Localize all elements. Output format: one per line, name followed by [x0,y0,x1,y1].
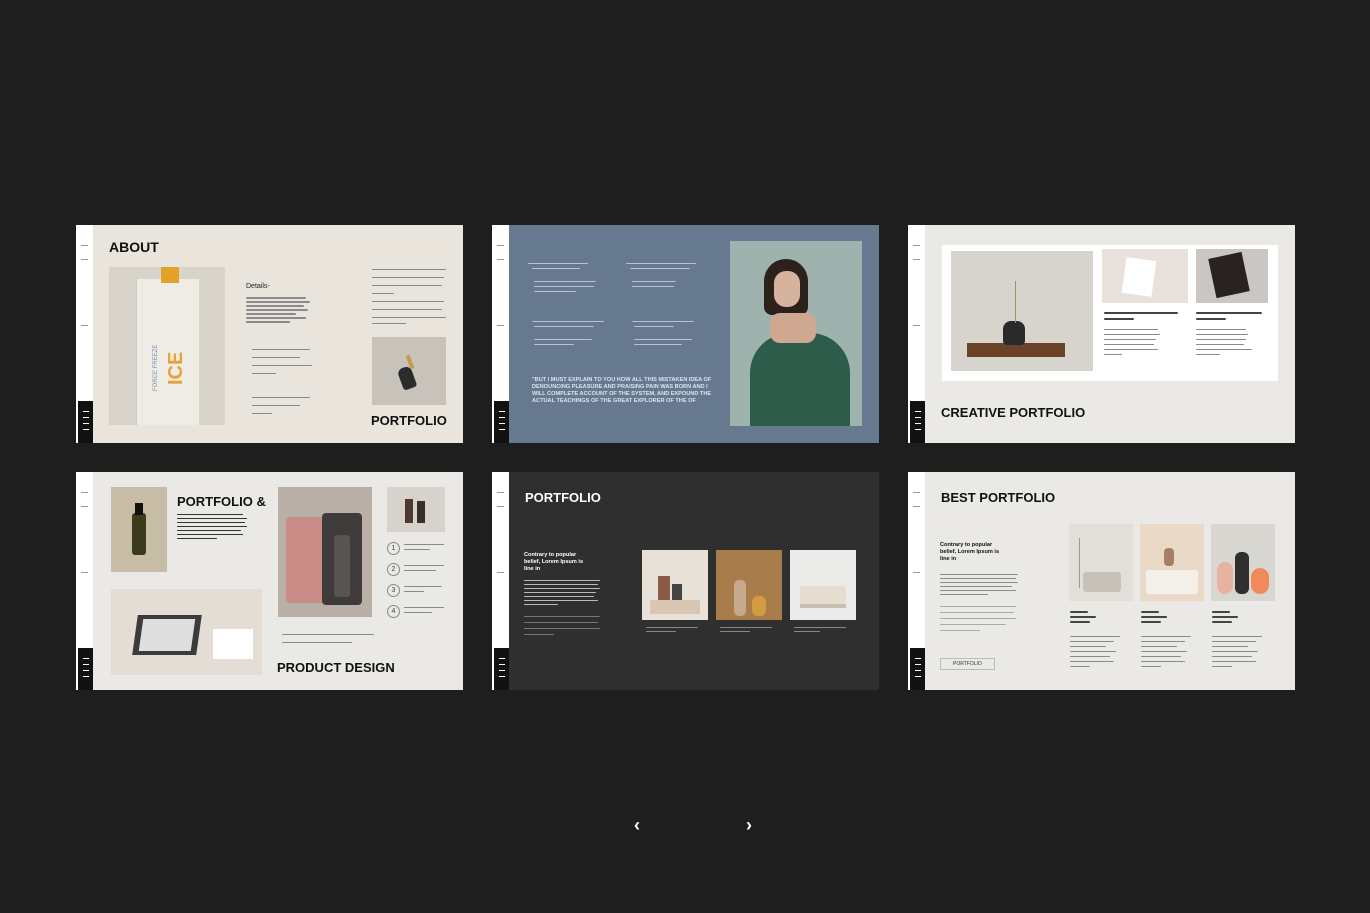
slide-side-strip [492,225,509,443]
small-bottles-photo [387,487,445,532]
brand-logo [78,401,93,443]
slide-title: CREATIVE PORTFOLIO [941,405,1086,420]
slide-side-strip [908,472,925,690]
lead-text: Contrary to popular belief, Lorem Ipsum … [524,552,584,572]
step-number: 4 [387,605,400,618]
slide-product-design[interactable]: PORTFOLIO & 1 2 3 4 PRODUCT DESIGN [76,472,463,690]
lamp-sofa-photo [1069,524,1133,601]
slide-title: PORTFOLIO & [177,494,266,509]
slide-subtitle: PORTFOLIO [371,413,447,428]
slide-creative-portfolio[interactable]: CREATIVE PORTFOLIO [908,225,1295,443]
cosmetics-photo [642,550,708,620]
slide-side-strip [76,225,93,443]
notebook-photo [1196,249,1268,303]
portrait-photo [730,241,862,426]
portfolio-button[interactable]: PORTFOLIO [940,658,995,670]
slide-side-strip [76,472,93,690]
serum-bottle-photo [111,487,167,572]
brand-logo [494,648,509,690]
vases-photo [716,550,782,620]
slide-about[interactable]: ABOUT ICE FORCE FREEZE Details- PORTFOLI… [76,225,463,443]
bottle-brand-text: ICE [165,351,187,385]
ceramic-vases-photo [1211,524,1275,601]
brand-logo [910,401,925,443]
brand-logo [494,401,509,443]
slide-title: ABOUT [109,239,159,255]
dropper-photo [372,337,446,405]
step-number: 1 [387,542,400,555]
brand-logo [78,648,93,690]
vase-tray-photo [951,251,1093,371]
quote-paragraph: "BUT I MUST EXPLAIN TO YOU HOW ALL THIS … [532,377,712,404]
cards-photo [1102,249,1188,303]
lead-text: Contrary to popular belief, Lorem Ipsum … [940,542,1000,562]
slide-portfolio-dark[interactable]: PORTFOLIO Contrary to popular belief, Lo… [492,472,879,690]
slide-side-strip [492,472,509,690]
brand-logo [910,648,925,690]
slide-side-strip [908,225,925,443]
slide-subtitle: PRODUCT DESIGN [277,660,395,675]
details-label: Details- [246,283,270,290]
bottle-photo: ICE FORCE FREEZE [109,267,225,425]
step-number: 2 [387,563,400,576]
slide-title: BEST PORTFOLIO [941,490,1056,505]
bedroom-photo [1140,524,1204,601]
step-number: 3 [387,584,400,597]
slide-quote[interactable]: "BUT I MUST EXPLAIN TO YOU HOW ALL THIS … [492,225,879,443]
pink-tin-photo [278,487,372,617]
previous-arrow-icon[interactable]: ‹ [624,812,650,838]
laptop-photo [111,589,262,675]
next-arrow-icon[interactable]: › [736,812,762,838]
sofa-photo [790,550,856,620]
slide-title: PORTFOLIO [525,490,601,505]
bottle-sub-text: FORCE FREEZE [153,344,159,391]
slide-best-portfolio[interactable]: BEST PORTFOLIO Contrary to popular belie… [908,472,1295,690]
